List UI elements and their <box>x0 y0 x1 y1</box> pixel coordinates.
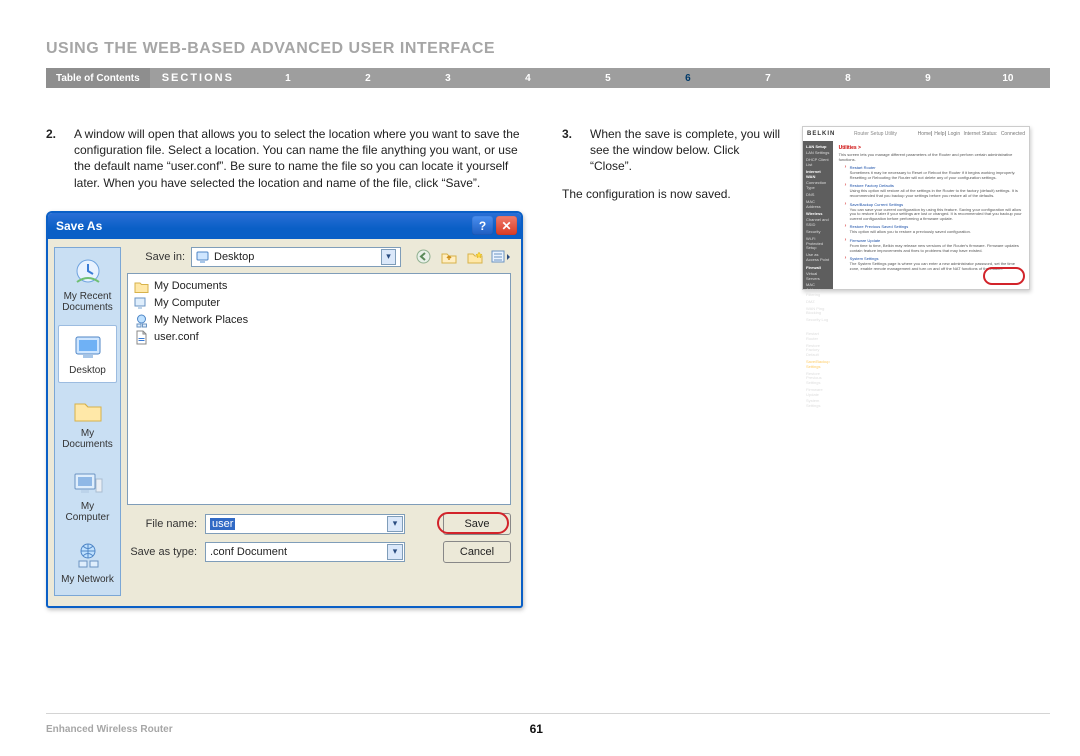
place-mydocs[interactable]: My Documents <box>58 389 117 456</box>
place-mynetwork-label: My Network <box>60 574 115 585</box>
page-number: 61 <box>530 722 543 736</box>
file-list[interactable]: My Documents My Computer My Network Plac… <box>127 273 511 505</box>
preview-sidebar: LAN Setup LAN Settings DHCP Client List … <box>803 141 833 289</box>
section-numbers: 1 2 3 4 5 6 7 8 9 10 <box>246 73 1050 84</box>
place-mycomputer-label: My Computer <box>60 501 115 523</box>
help-button[interactable]: ? <box>472 216 493 235</box>
place-recent[interactable]: My Recent Documents <box>58 252 117 319</box>
section-link-10[interactable]: 10 <box>972 73 1044 84</box>
page-title: USING THE WEB-BASED ADVANCED USER INTERF… <box>46 40 1050 58</box>
section-link-9[interactable]: 9 <box>892 73 964 84</box>
close-button[interactable]: ✕ <box>496 216 517 235</box>
up-folder-icon[interactable] <box>439 247 459 267</box>
save-type-combo[interactable]: .conf Document ▾ <box>205 542 405 562</box>
cancel-button[interactable]: Cancel <box>443 541 511 563</box>
file-name-value: user <box>210 518 235 530</box>
section-link-7[interactable]: 7 <box>732 73 804 84</box>
step-2-number: 2. <box>46 126 74 191</box>
highlight-circle <box>983 267 1025 285</box>
section-link-6[interactable]: 6 <box>652 73 724 84</box>
list-item-label: My Documents <box>154 280 227 292</box>
file-name-label: File name: <box>127 518 197 530</box>
chevron-down-icon[interactable]: ▾ <box>387 516 403 532</box>
list-item-label: user.conf <box>154 331 199 343</box>
step-2-text: A window will open that allows you to se… <box>74 126 536 191</box>
section-link-5[interactable]: 5 <box>572 73 644 84</box>
step-3-text: When the save is complete, you will see … <box>590 126 782 175</box>
save-as-dialog: Save As ? ✕ My Recent Documents <box>46 211 523 608</box>
file-icon <box>134 330 149 345</box>
section-nav: Table of Contents SECTIONS 1 2 3 4 5 6 7… <box>46 68 1050 88</box>
place-mynetwork[interactable]: My Network <box>58 535 117 591</box>
footer-product: Enhanced Wireless Router <box>46 724 173 735</box>
section-link-8[interactable]: 8 <box>812 73 884 84</box>
chevron-down-icon[interactable]: ▾ <box>387 544 403 560</box>
chevron-down-icon[interactable]: ▾ <box>381 249 396 265</box>
dialog-titlebar[interactable]: Save As ? ✕ <box>48 213 521 239</box>
network-icon <box>134 313 149 328</box>
back-icon[interactable] <box>413 247 433 267</box>
save-in-value: Desktop <box>214 251 254 263</box>
save-in-label: Save in: <box>127 251 185 263</box>
place-desktop-label: Desktop <box>61 365 114 376</box>
save-type-label: Save as type: <box>127 546 197 558</box>
step-3: 3. When the save is complete, you will s… <box>562 126 782 175</box>
config-saved-note: The configuration is now saved. <box>562 187 782 201</box>
place-mydocs-label: My Documents <box>60 428 115 450</box>
product-name: Router Setup Utility <box>854 131 897 137</box>
list-item-label: My Computer <box>154 297 220 309</box>
desktop-icon <box>196 250 210 264</box>
step-3-number: 3. <box>562 126 590 175</box>
header-links: Home|Help|Login Internet Status: Connect… <box>916 131 1025 137</box>
place-desktop[interactable]: Desktop <box>58 325 117 383</box>
views-icon[interactable] <box>491 247 511 267</box>
list-item[interactable]: My Network Places <box>134 312 504 329</box>
list-item-label: My Network Places <box>154 314 248 326</box>
highlight-circle <box>437 512 509 534</box>
section-link-1[interactable]: 1 <box>252 73 324 84</box>
save-type-value: .conf Document <box>210 546 287 558</box>
router-ui-preview: BELKIN Router Setup Utility Home|Help|Lo… <box>802 126 1030 290</box>
folder-icon <box>134 279 149 294</box>
section-link-2[interactable]: 2 <box>332 73 404 84</box>
dialog-title: Save As <box>56 219 469 233</box>
step-2: 2. A window will open that allows you to… <box>46 126 536 191</box>
computer-icon <box>134 296 149 311</box>
preview-main: Utilities > This screen lets you manage … <box>833 141 1029 289</box>
brand-logo: BELKIN <box>807 131 835 137</box>
file-name-input[interactable]: user ▾ <box>205 514 405 534</box>
toc-link[interactable]: Table of Contents <box>46 68 150 88</box>
list-item[interactable]: My Documents <box>134 278 504 295</box>
section-link-4[interactable]: 4 <box>492 73 564 84</box>
sections-label: SECTIONS <box>150 72 246 84</box>
place-mycomputer[interactable]: My Computer <box>58 462 117 529</box>
list-item[interactable]: user.conf <box>134 329 504 346</box>
save-in-combo[interactable]: Desktop ▾ <box>191 247 401 267</box>
page-footer: Enhanced Wireless Router 61 <box>46 713 1050 736</box>
section-link-3[interactable]: 3 <box>412 73 484 84</box>
new-folder-icon[interactable] <box>465 247 485 267</box>
places-bar: My Recent Documents Desktop <box>54 247 121 596</box>
place-recent-label: My Recent Documents <box>60 291 115 313</box>
list-item[interactable]: My Computer <box>134 295 504 312</box>
